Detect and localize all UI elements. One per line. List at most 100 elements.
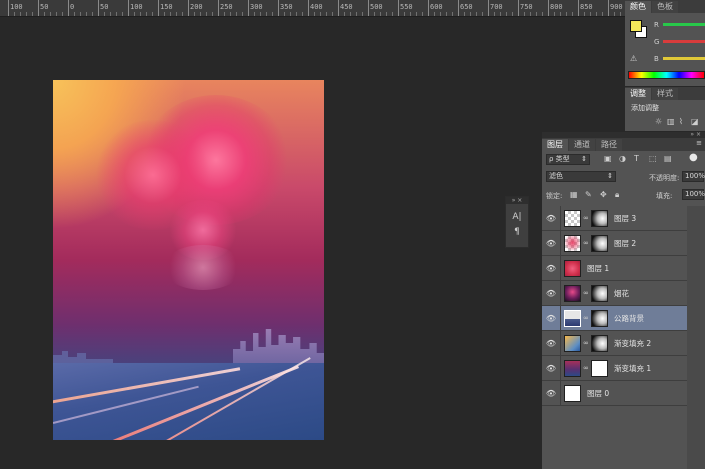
layer-thumbnail[interactable] [564, 234, 581, 252]
layer-name[interactable]: 渐变填充 2 [614, 338, 651, 349]
layer-row[interactable]: 👁︎ ∞ 公路背景 [542, 305, 687, 331]
layer-thumbnail[interactable] [564, 309, 581, 327]
paragraph-icon[interactable]: ¶ [506, 227, 528, 237]
layers-panel-tabs: 图层 通道 路径 [542, 138, 705, 151]
ruler-tick-label: 450 [340, 3, 353, 11]
ruler-minor-tick [260, 12, 261, 16]
opacity-label: 不透明度: [649, 174, 680, 182]
visibility-eye-icon[interactable]: 👁︎ [542, 239, 560, 248]
layer-name[interactable]: 渐变填充 1 [614, 363, 651, 374]
tab-layers[interactable]: 图层 [542, 139, 568, 151]
ruler-minor-tick [302, 12, 303, 16]
horizontal-ruler[interactable]: 100 50 0 50 100 150 200 250 300 350 400 450 500 550 60… [0, 0, 625, 17]
lock-pixels-icon[interactable]: ✎ [585, 190, 592, 199]
layer-row-separator [560, 280, 561, 306]
ruler-minor-tick [152, 12, 153, 16]
lock-transparent-icon[interactable]: ▦ [570, 190, 578, 199]
filter-toggle-icon[interactable]: ● [689, 152, 698, 163]
sun-icon[interactable]: ☼ [655, 117, 662, 126]
tab-swatches[interactable]: 色板 [652, 1, 678, 13]
ruler-minor-tick [20, 12, 21, 16]
layers-scrollbar[interactable] [687, 206, 705, 469]
tab-paths[interactable]: 路径 [596, 139, 622, 151]
fill-input[interactable]: 100% [682, 189, 705, 200]
mask-link-icon[interactable]: ∞ [583, 364, 589, 372]
opacity-input[interactable]: 100% [682, 171, 705, 182]
layer-name[interactable]: 图层 0 [587, 388, 609, 399]
tab-color[interactable]: 颜色 [625, 1, 651, 13]
channel-b-slider[interactable] [663, 57, 705, 60]
city-skyline-left [53, 351, 113, 365]
visibility-eye-icon[interactable]: 👁︎ [542, 264, 560, 273]
ruler-minor-tick [236, 12, 237, 16]
document-canvas[interactable] [53, 80, 324, 440]
channel-g-slider[interactable] [663, 40, 705, 43]
ruler-minor-tick [542, 12, 543, 16]
ruler-major-tick [98, 0, 99, 16]
layer-thumbnail[interactable] [564, 284, 581, 302]
layer-mask-thumbnail[interactable] [591, 334, 608, 352]
layer-row[interactable]: 👁︎ 图层 0 [542, 380, 687, 406]
layer-thumbnail[interactable] [564, 334, 581, 352]
visibility-eye-icon[interactable]: 👁︎ [542, 364, 560, 373]
ruler-minor-tick [386, 12, 387, 16]
filter-shape-icon[interactable]: ⬚ [649, 154, 657, 163]
mask-link-icon[interactable]: ∞ [583, 339, 589, 347]
fill-label: 填充: [656, 192, 673, 200]
tab-channels[interactable]: 通道 [569, 139, 595, 151]
layer-thumbnail[interactable] [564, 259, 581, 277]
ruler-minor-tick [74, 12, 75, 16]
character-icon[interactable]: A| [506, 212, 528, 222]
layer-row[interactable]: 👁︎ 图层 1 [542, 255, 687, 281]
filter-smart-icon[interactable]: ▤ [664, 154, 672, 163]
layer-name[interactable]: 图层 3 [614, 213, 636, 224]
visibility-eye-icon[interactable]: 👁︎ [542, 389, 560, 398]
color-spectrum-bar[interactable] [628, 71, 705, 79]
filter-adjustment-icon[interactable]: ◑ [619, 154, 626, 163]
layer-row-separator [560, 330, 561, 356]
layer-filter-select[interactable]: ρ 类型 ⇕ [546, 154, 590, 165]
mask-link-icon[interactable]: ∞ [583, 289, 589, 297]
tab-styles[interactable]: 样式 [652, 88, 678, 100]
warning-icon: ⚠ [630, 54, 638, 63]
mask-link-icon[interactable]: ∞ [583, 314, 589, 322]
layer-mask-thumbnail[interactable] [591, 234, 608, 252]
ruler-minor-tick [230, 12, 231, 16]
visibility-eye-icon[interactable]: 👁︎ [542, 339, 560, 348]
layer-row[interactable]: 👁︎ ∞ 渐变填充 1 [542, 355, 687, 381]
layer-name[interactable]: 烟花 [614, 288, 629, 299]
visibility-eye-icon[interactable]: 👁︎ [542, 289, 560, 298]
tab-adjustments[interactable]: 调整 [625, 88, 651, 100]
layer-row[interactable]: 👁︎ ∞ 渐变填充 2 [542, 330, 687, 356]
layer-mask-thumbnail[interactable] [591, 359, 608, 377]
layer-thumbnail[interactable] [564, 384, 581, 402]
layer-name[interactable]: 图层 2 [614, 238, 636, 249]
lock-position-icon[interactable]: ✥ [600, 190, 607, 199]
filter-type-icon[interactable]: T [634, 154, 639, 163]
layer-name[interactable]: 公路背景 [614, 313, 644, 324]
layer-row[interactable]: 👁︎ ∞ 图层 3 [542, 205, 687, 231]
curves-icon[interactable]: ⌇ [679, 117, 683, 126]
layer-mask-thumbnail[interactable] [591, 209, 608, 227]
channel-r-slider[interactable] [663, 23, 705, 26]
mini-dock-header[interactable]: » × [506, 197, 528, 204]
lock-all-icon[interactable]: 🔒︎ [615, 190, 619, 200]
layer-thumbnail[interactable] [564, 359, 581, 377]
blend-mode-select[interactable]: 滤色 ⇕ [546, 171, 616, 182]
exposure-icon[interactable]: ◪ [691, 117, 699, 126]
layer-thumbnail[interactable] [564, 209, 581, 227]
layer-row[interactable]: 👁︎ ∞ 烟花 [542, 280, 687, 306]
layer-mask-thumbnail[interactable] [591, 284, 608, 302]
levels-icon[interactable]: ▥ [667, 117, 675, 126]
mask-link-icon[interactable]: ∞ [583, 214, 589, 222]
ruler-minor-tick [512, 12, 513, 16]
visibility-eye-icon[interactable]: 👁︎ [542, 214, 560, 223]
layer-row[interactable]: 👁︎ ∞ 图层 2 [542, 230, 687, 256]
visibility-eye-icon[interactable]: 👁︎ [542, 314, 560, 323]
panel-menu-icon[interactable]: ≡ [696, 139, 702, 147]
ruler-minor-tick [350, 12, 351, 16]
layer-mask-thumbnail[interactable] [591, 309, 608, 327]
mask-link-icon[interactable]: ∞ [583, 239, 589, 247]
filter-pixel-icon[interactable]: ▣ [604, 154, 612, 163]
layer-name[interactable]: 图层 1 [587, 263, 609, 274]
